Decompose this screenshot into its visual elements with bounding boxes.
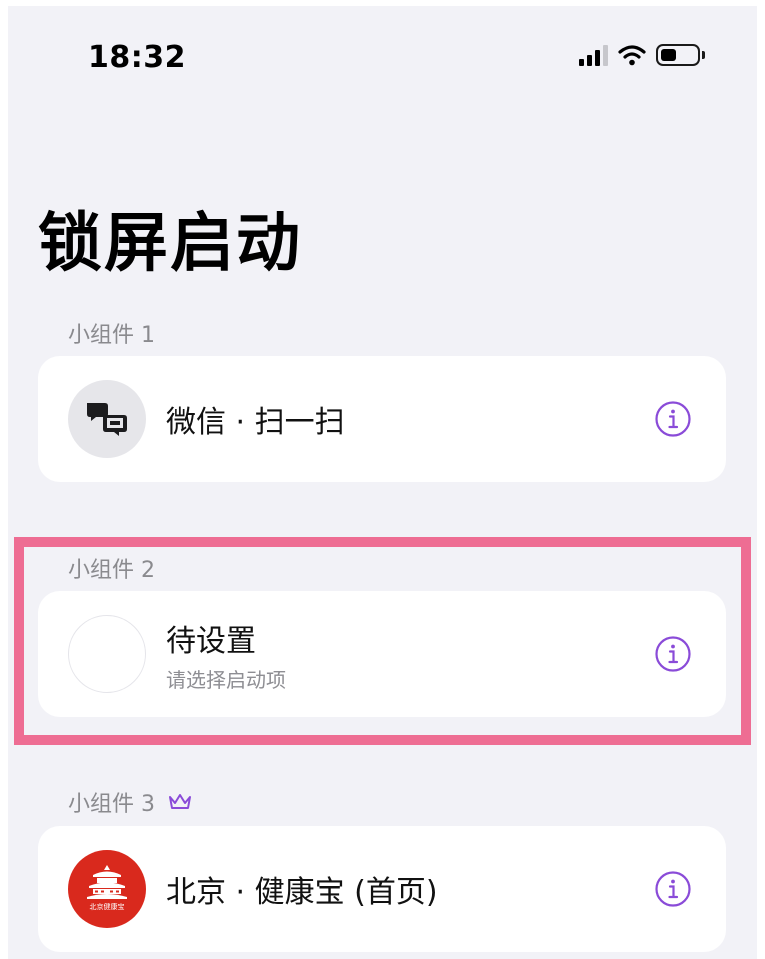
cellular-signal-icon [579,44,608,66]
widget-3-title: 北京 · 健康宝 (首页) [166,875,438,910]
status-bar: 18:32 [8,6,757,106]
battery-level [661,49,677,61]
empty-slot-icon [68,615,146,693]
widget-1-title: 微信 · 扫一扫 [166,405,345,440]
widget-3-label: 小组件 3 [68,786,193,818]
page-title: 锁屏启动 [38,207,302,281]
wifi-icon [618,45,646,66]
wechat-scan-icon [68,380,146,458]
info-icon[interactable] [654,635,692,673]
widget-1-label: 小组件 1 [68,323,155,348]
widget-2-card[interactable]: 待设置 请选择启动项 [38,591,726,717]
widget-2-label: 小组件 2 [68,558,155,583]
widget-3-card[interactable]: 北京健康宝 北京 · 健康宝 (首页) [38,826,726,952]
beijing-health-kit-icon: 北京健康宝 [68,850,146,928]
svg-text:北京健康宝: 北京健康宝 [90,902,125,911]
widget-1-card[interactable]: 微信 · 扫一扫 [38,356,726,482]
info-icon[interactable] [654,870,692,908]
status-icons [579,44,705,66]
battery-icon [656,44,705,66]
widget-2-title: 待设置 [166,623,256,659]
info-icon[interactable] [654,400,692,438]
lock-screen-launch-page: 18:32 锁屏启动 小组件 1 微信 · 扫一扫 小组件 2 待设置 请选择启… [8,6,757,959]
widget-2-subtitle: 请选择启动项 [166,667,286,692]
crown-icon [169,794,191,809]
status-time: 18:32 [88,40,186,75]
